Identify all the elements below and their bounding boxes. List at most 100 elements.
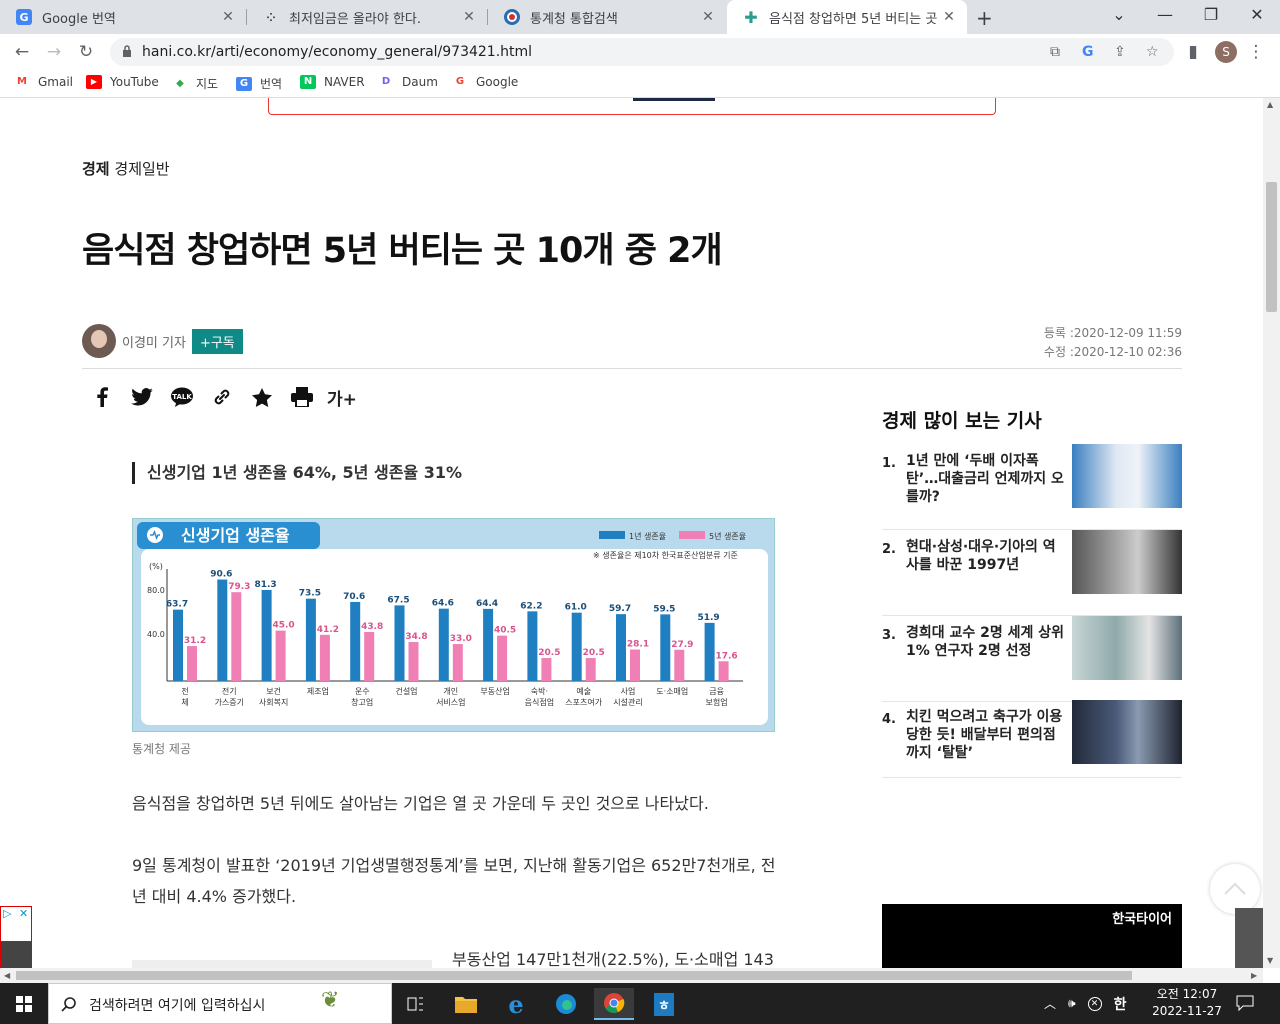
ime-indicator[interactable]: 한 <box>1114 994 1127 1014</box>
font-size-button[interactable]: 가+ <box>322 384 362 410</box>
scroll-right-arrow-icon[interactable]: ▶ <box>1251 971 1257 980</box>
bar-1yr-6 <box>438 608 449 681</box>
google-translate-icon[interactable]: G <box>1082 44 1094 60</box>
data-label: 59.5 <box>653 604 675 614</box>
tab-statistics-search[interactable]: 통계청 통합검색 ✕ <box>488 0 726 34</box>
subscribe-button[interactable]: +구독 <box>191 328 243 354</box>
bar-5yr-6 <box>452 644 463 681</box>
popular-item[interactable]: 2. 현대·삼성·대우·기아의 역사를 바꾼 1997년 <box>882 530 1182 616</box>
close-icon[interactable]: ✕ <box>941 9 957 25</box>
new-tab-button[interactable]: + <box>976 6 993 30</box>
twitter-icon[interactable] <box>122 384 162 410</box>
facebook-icon[interactable] <box>82 384 122 410</box>
item-thumbnail[interactable] <box>1072 530 1182 594</box>
network-disconnected-icon[interactable]: ✕ <box>1087 996 1102 1011</box>
dots-icon: ⁘ <box>266 10 276 24</box>
volume-icon[interactable]: 🕪 <box>1068 996 1076 1011</box>
chevron-up-icon[interactable]: ︿ <box>1044 995 1056 1012</box>
bookmark-star-icon[interactable]: ☆ <box>1146 44 1159 60</box>
link-icon[interactable] <box>202 384 242 410</box>
close-window-button[interactable]: ✕ <box>1234 0 1280 34</box>
reporter-name[interactable]: 이경미 기자 <box>122 332 186 351</box>
menu-icon[interactable]: ⋮ <box>1244 40 1268 64</box>
start-button[interactable] <box>0 983 48 1024</box>
address-bar[interactable]: hani.co.kr/arti/economy/economy_general/… <box>110 38 1174 66</box>
forward-button[interactable]: → <box>42 40 66 64</box>
popup-blocked-icon[interactable]: ⧉ <box>1050 44 1060 60</box>
article-headline: 음식점 창업하면 5년 버티는 곳 10개 중 2개 <box>82 231 723 271</box>
item-title[interactable]: 치킨 먹으려고 축구가 이용당한 듯! 배달부터 편의점까지 ‘탈탈’ <box>906 708 1066 762</box>
close-icon[interactable]: ✕ <box>220 9 236 25</box>
hwp-icon[interactable]: ㅎ <box>644 988 684 1020</box>
file-explorer-icon[interactable] <box>446 988 486 1020</box>
close-icon[interactable]: ✕ <box>700 9 716 25</box>
popular-item[interactable]: 1. 1년 만에 ‘두배 이자폭탄’…대출금리 언제까지 오를까? <box>882 444 1182 530</box>
item-thumbnail[interactable] <box>1072 444 1182 508</box>
item-title[interactable]: 1년 만에 ‘두배 이자폭탄’…대출금리 언제까지 오를까? <box>906 452 1066 506</box>
side-ad[interactable]: ▷ ✕ <box>0 906 32 968</box>
hankook-tire-ad[interactable]: 한국타이어 <box>882 904 1182 968</box>
section-main[interactable]: 경제 <box>82 160 110 178</box>
bookmark-gmail[interactable]: M Gmail <box>14 75 73 89</box>
x-tick-label: 스포츠여가 <box>565 697 602 707</box>
tab-minimum-wage[interactable]: ⁘ 최저임금은 올라야 한다. ✕ <box>247 0 487 34</box>
adchoices-icon[interactable]: ▷ <box>3 907 11 920</box>
item-number: 2. <box>882 542 896 557</box>
side-ad-right[interactable] <box>1235 908 1263 968</box>
back-button[interactable]: ← <box>10 40 34 64</box>
y-tick-40: 40.0 <box>147 630 165 639</box>
taskbar-search[interactable]: 검색하려면 여기에 입력하십시 ❦ <box>48 983 392 1024</box>
share-toolbar: TALK 가+ <box>82 384 362 410</box>
bookmark-daum[interactable]: D Daum <box>378 75 438 89</box>
tab-article[interactable]: ✚ 음식점 창업하면 5년 버티는 곳 ✕ <box>727 0 967 34</box>
vertical-scrollbar[interactable]: ▲ ▼ <box>1263 98 1280 968</box>
section-sub[interactable]: 경제일반 <box>114 160 169 178</box>
bookmark-youtube[interactable]: ▶ YouTube <box>86 75 159 89</box>
data-label: 17.6 <box>715 651 737 661</box>
bar-5yr-9 <box>585 658 596 681</box>
item-thumbnail[interactable] <box>1072 700 1182 764</box>
x-tick-label: 건설업 <box>395 686 417 696</box>
bookmark-maps[interactable]: ◆ 지도 <box>172 75 218 92</box>
tab-search-button[interactable]: ⌄ <box>1096 0 1142 34</box>
chrome-icon[interactable] <box>594 988 634 1020</box>
system-clock[interactable]: 오전 12:07 2022-11-27 <box>1150 986 1224 1020</box>
scroll-down-arrow-icon[interactable]: ▼ <box>1267 956 1273 965</box>
share-icon[interactable]: ⇪ <box>1114 44 1126 60</box>
notification-icon[interactable] <box>1236 995 1254 1015</box>
profile-avatar[interactable]: S <box>1215 41 1237 63</box>
item-thumbnail[interactable] <box>1072 616 1182 680</box>
sidepanel-icon[interactable]: ▮ <box>1181 40 1205 64</box>
horizontal-scrollbar[interactable]: ◀ ▶ <box>0 968 1263 983</box>
bookmark-naver[interactable]: N NAVER <box>300 75 365 89</box>
print-icon[interactable] <box>282 384 322 410</box>
data-label: 62.2 <box>520 601 542 611</box>
bonsai-icon: ❦ <box>321 988 340 1013</box>
bookmark-google[interactable]: G Google <box>452 75 518 89</box>
legend-swatch-1yr <box>599 531 625 539</box>
close-icon[interactable]: ✕ <box>19 907 28 920</box>
ie-icon[interactable]: e <box>496 988 536 1020</box>
edge-icon[interactable] <box>546 988 586 1020</box>
item-title[interactable]: 현대·삼성·대우·기아의 역사를 바꾼 1997년 <box>906 538 1066 574</box>
item-title[interactable]: 경희대 교수 2명 세계 상위 1% 연구자 2명 선정 <box>906 624 1066 660</box>
star-icon[interactable] <box>242 384 282 410</box>
scroll-left-arrow-icon[interactable]: ◀ <box>4 971 10 980</box>
reload-button[interactable]: ↻ <box>74 40 98 64</box>
popular-item[interactable]: 4. 치킨 먹으려고 축구가 이용당한 듯! 배달부터 편의점까지 ‘탈탈’ <box>882 700 1182 778</box>
scrollbar-thumb[interactable] <box>16 971 1132 980</box>
kakaotalk-icon[interactable]: TALK <box>162 384 202 410</box>
tab-google-translate[interactable]: G Google 번역 ✕ <box>0 0 246 34</box>
x-tick-label: 전 <box>181 686 188 696</box>
close-icon[interactable]: ✕ <box>461 9 477 25</box>
scroll-top-button[interactable] <box>1210 864 1260 914</box>
top-ad-banner[interactable] <box>268 98 996 115</box>
task-view-icon[interactable] <box>396 988 436 1020</box>
popular-item[interactable]: 3. 경희대 교수 2명 세계 상위 1% 연구자 2명 선정 <box>882 616 1182 702</box>
scroll-up-arrow-icon[interactable]: ▲ <box>1267 100 1273 109</box>
minimize-button[interactable]: — <box>1142 0 1188 34</box>
restore-button[interactable]: ❐ <box>1188 0 1234 34</box>
lock-icon <box>123 45 131 57</box>
bookmark-translate[interactable]: G 번역 <box>236 75 282 92</box>
scrollbar-thumb[interactable] <box>1266 182 1277 312</box>
